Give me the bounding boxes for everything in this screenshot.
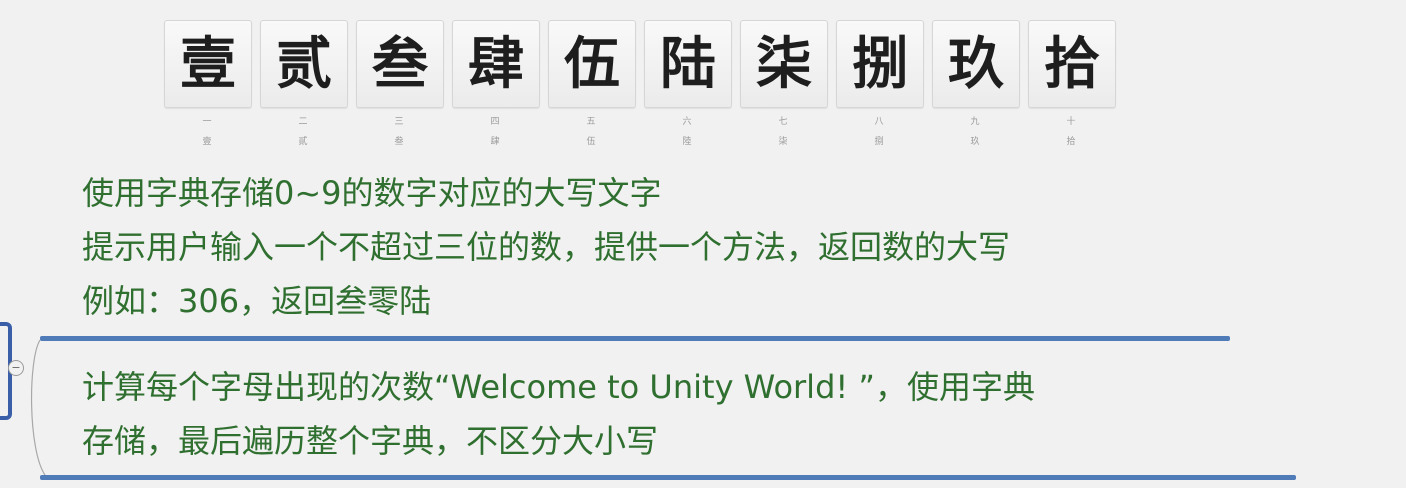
tile-sub-label: 肆 bbox=[490, 137, 500, 147]
collapse-toggle-button[interactable]: − bbox=[8, 360, 24, 376]
tile-sub-label: 叁 bbox=[394, 137, 404, 147]
tile-sub-label: 二 bbox=[298, 117, 308, 127]
tile-sub-label: 八 bbox=[874, 117, 884, 127]
tile-sub-label: 四 bbox=[490, 117, 500, 127]
tile-sub-label: 九 bbox=[970, 117, 980, 127]
task-line: 使用字典存储0~9的数字对应的大写文字 bbox=[82, 174, 662, 212]
tile-sub-label: 玖 bbox=[970, 137, 980, 147]
tile: 拾十拾 bbox=[1028, 20, 1124, 147]
task-letter-count: 计算每个字母出现的次数“Welcome to Unity World! ”，使用… bbox=[82, 360, 1035, 468]
tile-sub-label: 貳 bbox=[298, 137, 308, 147]
tile-char: 拾 bbox=[1044, 31, 1100, 97]
tile-sub-label: 十 bbox=[1066, 117, 1076, 127]
tile: 壹一壹 bbox=[164, 20, 260, 147]
tile-char: 肆 bbox=[468, 31, 524, 97]
tile: 陆六陸 bbox=[644, 20, 740, 147]
tile-char: 伍 bbox=[564, 31, 620, 97]
tile-sub-label: 一 bbox=[202, 117, 212, 127]
tile-sub-label: 三 bbox=[394, 117, 404, 127]
tile-char: 柒 bbox=[756, 31, 812, 97]
tile-sub-label: 五 bbox=[586, 117, 596, 127]
separator-line bbox=[40, 336, 1230, 341]
task-line: 提示用户输入一个不超过三位的数，提供一个方法，返回数的大写 bbox=[82, 228, 1011, 266]
outline-connector bbox=[31, 339, 46, 476]
task-dictionary-numerals: 使用字典存储0~9的数字对应的大写文字 提示用户输入一个不超过三位的数，提供一个… bbox=[82, 166, 1010, 328]
tile-char: 陆 bbox=[660, 31, 716, 97]
tile: 玖九玖 bbox=[932, 20, 1028, 147]
tile-sub-label: 陸 bbox=[682, 137, 692, 147]
tile: 叁三叁 bbox=[356, 20, 452, 147]
task-line: 例如：306，返回叁零陆 bbox=[82, 282, 432, 320]
tile: 捌八捌 bbox=[836, 20, 932, 147]
tile-sub-label: 壹 bbox=[202, 137, 212, 147]
tile-sub-label: 柒 bbox=[778, 137, 788, 147]
tile-sub-label: 七 bbox=[778, 117, 788, 127]
task-line: 存储，最后遍历整个字典，不区分大小写 bbox=[82, 422, 659, 460]
tile: 贰二貳 bbox=[260, 20, 356, 147]
tile-sub-label: 伍 bbox=[586, 137, 596, 147]
numeral-tiles: 壹一壹 贰二貳 叁三叁 肆四肆 伍五伍 陆六陸 柒七柒 捌八捌 玖九玖 拾十拾 bbox=[164, 20, 1124, 147]
tile-char: 玖 bbox=[948, 31, 1004, 97]
tile: 肆四肆 bbox=[452, 20, 548, 147]
tile-char: 壹 bbox=[180, 31, 236, 97]
tile-char: 叁 bbox=[372, 31, 428, 97]
tile: 伍五伍 bbox=[548, 20, 644, 147]
tile-char: 捌 bbox=[852, 31, 908, 97]
tile-char: 贰 bbox=[276, 31, 332, 97]
tile-sub-label: 拾 bbox=[1066, 137, 1076, 147]
separator-line bbox=[40, 475, 1296, 480]
task-line: 计算每个字母出现的次数“Welcome to Unity World! ”，使用… bbox=[82, 368, 1035, 406]
tile: 柒七柒 bbox=[740, 20, 836, 147]
tile-sub-label: 六 bbox=[682, 117, 692, 127]
tile-sub-label: 捌 bbox=[874, 137, 884, 147]
